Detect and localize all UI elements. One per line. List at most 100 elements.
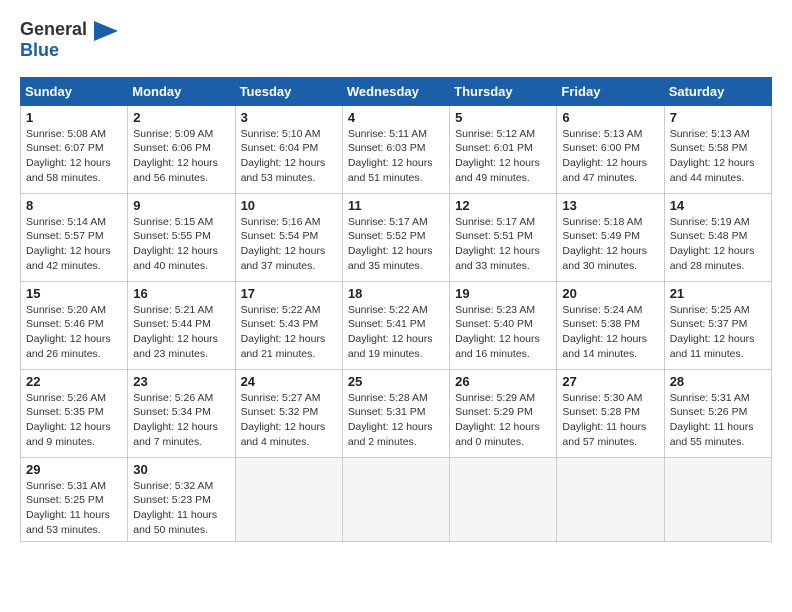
calendar-day-cell: 27 Sunrise: 5:30 AM Sunset: 5:28 PM Dayl… bbox=[557, 369, 664, 457]
calendar-day-cell: 16 Sunrise: 5:21 AM Sunset: 5:44 PM Dayl… bbox=[128, 281, 235, 369]
day-number: 17 bbox=[241, 286, 337, 301]
calendar-day-cell: 11 Sunrise: 5:17 AM Sunset: 5:52 PM Dayl… bbox=[342, 193, 449, 281]
col-monday: Monday bbox=[128, 77, 235, 105]
day-number: 13 bbox=[562, 198, 658, 213]
day-number: 14 bbox=[670, 198, 766, 213]
day-info: Sunrise: 5:16 AM Sunset: 5:54 PM Dayligh… bbox=[241, 215, 337, 274]
calendar-day-cell: 12 Sunrise: 5:17 AM Sunset: 5:51 PM Dayl… bbox=[450, 193, 557, 281]
col-wednesday: Wednesday bbox=[342, 77, 449, 105]
day-number: 1 bbox=[26, 110, 122, 125]
day-number: 19 bbox=[455, 286, 551, 301]
day-number: 20 bbox=[562, 286, 658, 301]
header-row: Sunday Monday Tuesday Wednesday Thursday… bbox=[21, 77, 772, 105]
calendar-day-cell: 28 Sunrise: 5:31 AM Sunset: 5:26 PM Dayl… bbox=[664, 369, 771, 457]
day-number: 15 bbox=[26, 286, 122, 301]
day-info: Sunrise: 5:20 AM Sunset: 5:46 PM Dayligh… bbox=[26, 303, 122, 362]
day-info: Sunrise: 5:22 AM Sunset: 5:41 PM Dayligh… bbox=[348, 303, 444, 362]
calendar-day-cell: 26 Sunrise: 5:29 AM Sunset: 5:29 PM Dayl… bbox=[450, 369, 557, 457]
day-number: 30 bbox=[133, 462, 229, 477]
day-info: Sunrise: 5:17 AM Sunset: 5:52 PM Dayligh… bbox=[348, 215, 444, 274]
col-saturday: Saturday bbox=[664, 77, 771, 105]
day-number: 16 bbox=[133, 286, 229, 301]
day-number: 11 bbox=[348, 198, 444, 213]
day-info: Sunrise: 5:17 AM Sunset: 5:51 PM Dayligh… bbox=[455, 215, 551, 274]
calendar-day-cell: 22 Sunrise: 5:26 AM Sunset: 5:35 PM Dayl… bbox=[21, 369, 128, 457]
day-number: 29 bbox=[26, 462, 122, 477]
calendar-day-cell: 8 Sunrise: 5:14 AM Sunset: 5:57 PM Dayli… bbox=[21, 193, 128, 281]
calendar-week-row: 29 Sunrise: 5:31 AM Sunset: 5:25 PM Dayl… bbox=[21, 457, 772, 542]
calendar-day-cell bbox=[450, 457, 557, 542]
day-number: 24 bbox=[241, 374, 337, 389]
day-number: 25 bbox=[348, 374, 444, 389]
calendar-day-cell: 25 Sunrise: 5:28 AM Sunset: 5:31 PM Dayl… bbox=[342, 369, 449, 457]
calendar-day-cell: 20 Sunrise: 5:24 AM Sunset: 5:38 PM Dayl… bbox=[557, 281, 664, 369]
calendar-day-cell: 1 Sunrise: 5:08 AM Sunset: 6:07 PM Dayli… bbox=[21, 105, 128, 193]
day-info: Sunrise: 5:21 AM Sunset: 5:44 PM Dayligh… bbox=[133, 303, 229, 362]
day-info: Sunrise: 5:23 AM Sunset: 5:40 PM Dayligh… bbox=[455, 303, 551, 362]
day-info: Sunrise: 5:24 AM Sunset: 5:38 PM Dayligh… bbox=[562, 303, 658, 362]
calendar-day-cell: 19 Sunrise: 5:23 AM Sunset: 5:40 PM Dayl… bbox=[450, 281, 557, 369]
day-number: 6 bbox=[562, 110, 658, 125]
col-thursday: Thursday bbox=[450, 77, 557, 105]
day-info: Sunrise: 5:10 AM Sunset: 6:04 PM Dayligh… bbox=[241, 127, 337, 186]
day-info: Sunrise: 5:19 AM Sunset: 5:48 PM Dayligh… bbox=[670, 215, 766, 274]
calendar-day-cell: 29 Sunrise: 5:31 AM Sunset: 5:25 PM Dayl… bbox=[21, 457, 128, 542]
day-number: 27 bbox=[562, 374, 658, 389]
day-info: Sunrise: 5:29 AM Sunset: 5:29 PM Dayligh… bbox=[455, 391, 551, 450]
day-number: 26 bbox=[455, 374, 551, 389]
day-info: Sunrise: 5:09 AM Sunset: 6:06 PM Dayligh… bbox=[133, 127, 229, 186]
calendar-day-cell: 24 Sunrise: 5:27 AM Sunset: 5:32 PM Dayl… bbox=[235, 369, 342, 457]
day-info: Sunrise: 5:13 AM Sunset: 6:00 PM Dayligh… bbox=[562, 127, 658, 186]
calendar-week-row: 1 Sunrise: 5:08 AM Sunset: 6:07 PM Dayli… bbox=[21, 105, 772, 193]
day-info: Sunrise: 5:26 AM Sunset: 5:35 PM Dayligh… bbox=[26, 391, 122, 450]
day-number: 9 bbox=[133, 198, 229, 213]
day-info: Sunrise: 5:18 AM Sunset: 5:49 PM Dayligh… bbox=[562, 215, 658, 274]
day-info: Sunrise: 5:27 AM Sunset: 5:32 PM Dayligh… bbox=[241, 391, 337, 450]
day-info: Sunrise: 5:14 AM Sunset: 5:57 PM Dayligh… bbox=[26, 215, 122, 274]
calendar-day-cell bbox=[557, 457, 664, 542]
calendar-day-cell: 17 Sunrise: 5:22 AM Sunset: 5:43 PM Dayl… bbox=[235, 281, 342, 369]
day-number: 2 bbox=[133, 110, 229, 125]
calendar-week-row: 15 Sunrise: 5:20 AM Sunset: 5:46 PM Dayl… bbox=[21, 281, 772, 369]
calendar-day-cell: 18 Sunrise: 5:22 AM Sunset: 5:41 PM Dayl… bbox=[342, 281, 449, 369]
calendar-day-cell: 2 Sunrise: 5:09 AM Sunset: 6:06 PM Dayli… bbox=[128, 105, 235, 193]
day-number: 18 bbox=[348, 286, 444, 301]
calendar-week-row: 22 Sunrise: 5:26 AM Sunset: 5:35 PM Dayl… bbox=[21, 369, 772, 457]
logo: General Blue bbox=[20, 20, 118, 61]
calendar-day-cell: 30 Sunrise: 5:32 AM Sunset: 5:23 PM Dayl… bbox=[128, 457, 235, 542]
calendar-day-cell: 9 Sunrise: 5:15 AM Sunset: 5:55 PM Dayli… bbox=[128, 193, 235, 281]
day-number: 8 bbox=[26, 198, 122, 213]
day-info: Sunrise: 5:13 AM Sunset: 5:58 PM Dayligh… bbox=[670, 127, 766, 186]
day-info: Sunrise: 5:25 AM Sunset: 5:37 PM Dayligh… bbox=[670, 303, 766, 362]
day-info: Sunrise: 5:22 AM Sunset: 5:43 PM Dayligh… bbox=[241, 303, 337, 362]
calendar-day-cell: 13 Sunrise: 5:18 AM Sunset: 5:49 PM Dayl… bbox=[557, 193, 664, 281]
calendar-day-cell: 14 Sunrise: 5:19 AM Sunset: 5:48 PM Dayl… bbox=[664, 193, 771, 281]
calendar-day-cell bbox=[342, 457, 449, 542]
day-info: Sunrise: 5:30 AM Sunset: 5:28 PM Dayligh… bbox=[562, 391, 658, 450]
day-number: 7 bbox=[670, 110, 766, 125]
day-info: Sunrise: 5:26 AM Sunset: 5:34 PM Dayligh… bbox=[133, 391, 229, 450]
day-number: 12 bbox=[455, 198, 551, 213]
day-number: 28 bbox=[670, 374, 766, 389]
calendar-day-cell: 4 Sunrise: 5:11 AM Sunset: 6:03 PM Dayli… bbox=[342, 105, 449, 193]
day-number: 23 bbox=[133, 374, 229, 389]
day-number: 10 bbox=[241, 198, 337, 213]
day-info: Sunrise: 5:08 AM Sunset: 6:07 PM Dayligh… bbox=[26, 127, 122, 186]
calendar-week-row: 8 Sunrise: 5:14 AM Sunset: 5:57 PM Dayli… bbox=[21, 193, 772, 281]
calendar-day-cell: 7 Sunrise: 5:13 AM Sunset: 5:58 PM Dayli… bbox=[664, 105, 771, 193]
day-number: 5 bbox=[455, 110, 551, 125]
day-info: Sunrise: 5:31 AM Sunset: 5:25 PM Dayligh… bbox=[26, 479, 122, 538]
day-info: Sunrise: 5:31 AM Sunset: 5:26 PM Dayligh… bbox=[670, 391, 766, 450]
calendar-body: 1 Sunrise: 5:08 AM Sunset: 6:07 PM Dayli… bbox=[21, 105, 772, 542]
calendar-day-cell: 10 Sunrise: 5:16 AM Sunset: 5:54 PM Dayl… bbox=[235, 193, 342, 281]
day-number: 3 bbox=[241, 110, 337, 125]
day-info: Sunrise: 5:12 AM Sunset: 6:01 PM Dayligh… bbox=[455, 127, 551, 186]
calendar-day-cell bbox=[664, 457, 771, 542]
calendar-day-cell bbox=[235, 457, 342, 542]
day-info: Sunrise: 5:32 AM Sunset: 5:23 PM Dayligh… bbox=[133, 479, 229, 538]
day-number: 4 bbox=[348, 110, 444, 125]
logo-arrow-icon bbox=[94, 21, 118, 41]
page-header: General Blue bbox=[20, 20, 772, 61]
day-number: 21 bbox=[670, 286, 766, 301]
day-info: Sunrise: 5:28 AM Sunset: 5:31 PM Dayligh… bbox=[348, 391, 444, 450]
